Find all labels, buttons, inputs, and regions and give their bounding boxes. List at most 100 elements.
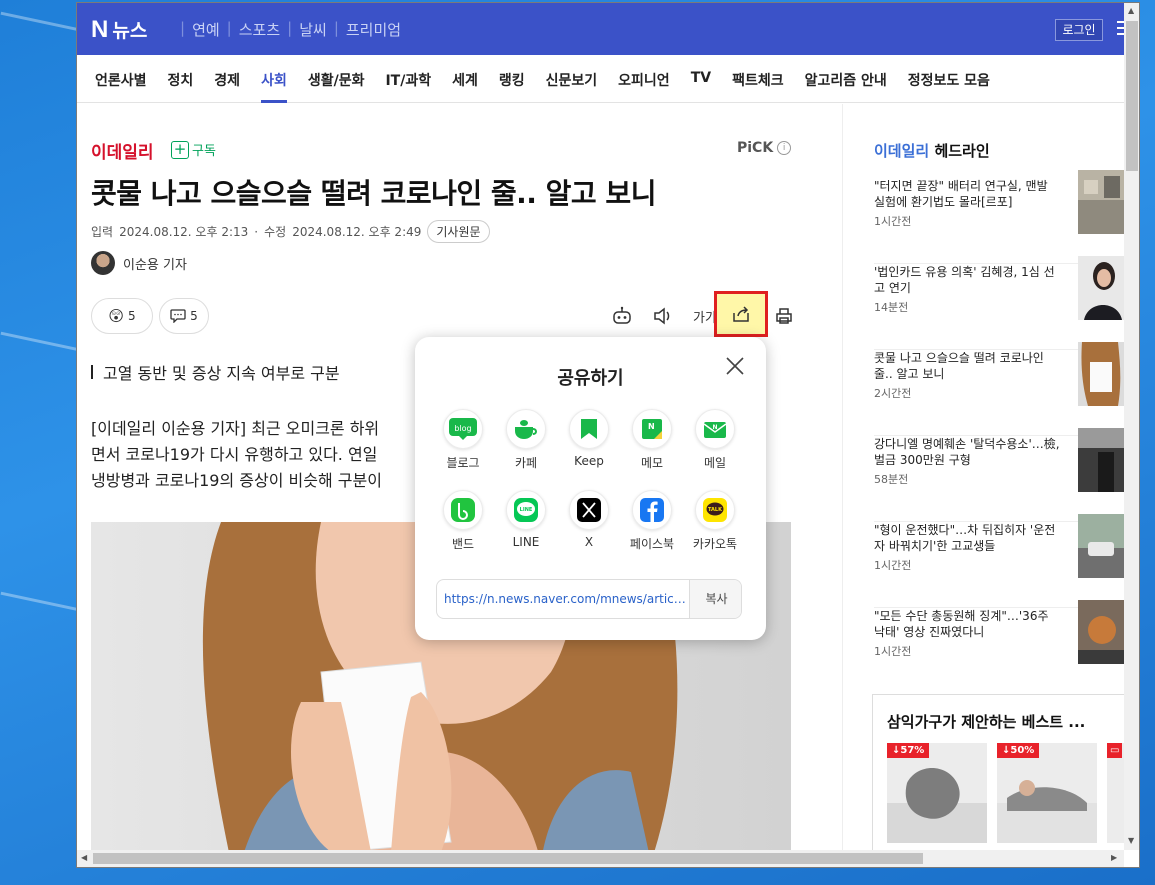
category-nav: 언론사별 정치 경제 사회 생활/문화 IT/과학 세계 랭킹 신문보기 오피니…	[77, 55, 1124, 103]
headline-item[interactable]: "모든 수단 총동원해 징계"…'36주 낙태' 영상 진짜였다니 1시간전	[874, 600, 1124, 694]
top-bar: N 뉴스 | 연예 | 스포츠 | 날씨 | 프리미엄 로그인	[77, 3, 1124, 55]
share-url-field[interactable]: https://n.news.naver.com/mnews/article..…	[437, 580, 689, 618]
speaker-icon[interactable]	[653, 307, 673, 325]
share-memo-button[interactable]: N 메모	[627, 409, 677, 471]
ad-product-card[interactable]: ↓50%	[997, 743, 1097, 843]
headline-thumbnail	[1078, 256, 1124, 320]
share-mail-button[interactable]: N 메일	[690, 409, 740, 471]
original-article-button[interactable]: 기사원문	[427, 220, 490, 243]
share-keep-button[interactable]: Keep	[564, 409, 614, 468]
top-nav: | 연예 | 스포츠 | 날씨 | 프리미엄	[173, 19, 401, 40]
category-ranking[interactable]: 랭킹	[499, 70, 525, 103]
share-button[interactable]	[714, 291, 768, 337]
category-tv[interactable]: TV	[691, 70, 711, 103]
headline-time: 2시간전	[874, 387, 912, 400]
share-cafe-label: 카페	[514, 456, 538, 470]
headline-title: "모든 수단 총동원해 징계"…'36주 낙태' 영상 진짜였다니	[874, 609, 1049, 639]
share-facebook-label: 페이스북	[629, 537, 675, 551]
category-corrections[interactable]: 정정보도 모음	[908, 70, 990, 103]
category-press[interactable]: 언론사별	[95, 70, 147, 103]
share-url-row: https://n.news.naver.com/mnews/article..…	[436, 579, 742, 619]
headline-item[interactable]: '법인카드 유용 의혹' 김혜경, 1심 선고 연기 14분전	[874, 256, 1124, 350]
category-economy[interactable]: 경제	[214, 70, 240, 103]
scroll-up-arrow-icon[interactable]: ▲	[1128, 6, 1134, 15]
category-politics[interactable]: 정치	[168, 70, 194, 103]
reporter[interactable]: 이순용 기자	[91, 251, 187, 275]
ad-product-card[interactable]: ▭	[1107, 743, 1124, 843]
reaction-button[interactable]: 😲 5	[91, 298, 153, 334]
top-nav-premium[interactable]: 프리미엄	[346, 19, 401, 40]
hamburger-menu-icon[interactable]	[1117, 21, 1124, 39]
article-dates: 입력 2024.08.12. 오후 2:13 · 수정 2024.08.12. …	[91, 220, 490, 243]
input-label: 입력	[91, 225, 114, 239]
keep-icon	[581, 419, 597, 439]
scroll-down-arrow-icon[interactable]: ▼	[1128, 836, 1134, 845]
share-icon	[733, 306, 749, 322]
scroll-left-arrow-icon[interactable]: ◀	[81, 853, 87, 862]
ad-product-card[interactable]: ↓57%	[887, 743, 987, 843]
headline-time: 1시간전	[874, 215, 912, 228]
category-opinion[interactable]: 오피니언	[618, 70, 670, 103]
nav-separator: |	[180, 19, 186, 37]
category-world[interactable]: 세계	[452, 70, 478, 103]
vertical-scroll-thumb[interactable]	[1126, 21, 1138, 171]
press-logo[interactable]: 이데일리	[91, 138, 154, 163]
headline-item[interactable]: "형이 운전했다"…차 뒤집히자 '운전자 바꿔치기'한 고교생들 1시간전	[874, 514, 1124, 608]
close-icon[interactable]	[724, 355, 746, 377]
share-cafe-button[interactable]: 카페	[501, 409, 551, 471]
headline-title: "터지면 끝장" 배터리 연구실, 맨발 실험에 환기법도 몰라[르포]	[874, 179, 1048, 209]
comment-button[interactable]: 5	[159, 298, 209, 334]
reaction-emoji-icon: 😲	[108, 307, 124, 325]
share-mail-label: 메일	[703, 456, 727, 470]
share-band-button[interactable]: 밴드	[438, 490, 488, 552]
pick-label: PiCK	[737, 140, 774, 156]
robot-summary-icon[interactable]	[611, 305, 633, 327]
body-line: [이데일리 이순용 기자] 최근 오미크론 하위	[91, 419, 385, 438]
login-button[interactable]: 로그인	[1055, 19, 1103, 41]
horizontal-scrollbar[interactable]: ◀ ▶	[77, 850, 1124, 867]
vertical-scrollbar[interactable]: ▲ ▼	[1124, 3, 1139, 850]
share-x-button[interactable]: X	[564, 490, 614, 549]
category-it-science[interactable]: IT/과학	[385, 70, 431, 103]
page-viewport: N 뉴스 | 연예 | 스포츠 | 날씨 | 프리미엄 로그인 언론사별 정치 경…	[77, 3, 1124, 850]
headline-item[interactable]: "터지면 끝장" 배터리 연구실, 맨발 실험에 환기법도 몰라[르포] 1시간…	[874, 170, 1124, 264]
category-algorithm[interactable]: 알고리즘 안내	[805, 70, 887, 103]
print-icon[interactable]	[775, 307, 793, 325]
memo-icon: N	[642, 419, 662, 439]
category-factcheck[interactable]: 팩트체크	[732, 70, 784, 103]
share-kakaotalk-button[interactable]: TALK 카카오톡	[690, 490, 740, 552]
info-icon[interactable]: i	[777, 141, 792, 155]
sidebar-press: 이데일리	[874, 142, 930, 160]
category-life-culture[interactable]: 생활/문화	[308, 70, 365, 103]
share-x-label: X	[584, 535, 594, 549]
headline-title: 콧물 나고 으슬으슬 떨려 코로나인 줄.. 알고 보니	[874, 351, 1044, 381]
copy-url-button[interactable]: 복사	[689, 580, 741, 618]
sidebar-heading[interactable]: 이데일리 헤드라인	[874, 140, 990, 161]
subscribe-button[interactable]: + 구독	[171, 140, 216, 159]
ad-box[interactable]: 삼익가구가 제안하는 베스트 ... ↓57% ↓50% ▭	[872, 694, 1124, 850]
share-blog-button[interactable]: blog 블로그	[438, 409, 488, 471]
blog-icon: blog	[449, 418, 477, 440]
nav-separator: |	[333, 19, 339, 37]
scroll-right-arrow-icon[interactable]: ▶	[1111, 853, 1117, 862]
pick-badge[interactable]: PiCK i	[737, 140, 792, 156]
headline-item[interactable]: 강다니엘 명예훼손 '탈덕수용소'…檢, 벌금 300만원 구형 58분전	[874, 428, 1124, 522]
svg-text:N: N	[712, 424, 717, 431]
horizontal-scroll-thumb[interactable]	[93, 853, 923, 864]
share-line-button[interactable]: LINE LINE	[501, 490, 551, 549]
discount-badge: ↓50%	[997, 743, 1040, 758]
category-society[interactable]: 사회	[261, 70, 287, 103]
headline-title: '법인카드 유용 의혹' 김혜경, 1심 선고 연기	[874, 265, 1055, 295]
nav-separator: |	[226, 19, 232, 37]
date-separator: ·	[254, 224, 259, 239]
top-nav-weather[interactable]: 날씨	[299, 19, 327, 40]
blog-icon-text: blog	[454, 424, 471, 433]
headline-item[interactable]: 콧물 나고 으슬으슬 떨려 코로나인 줄.. 알고 보니 2시간전	[874, 342, 1124, 436]
headline-thumbnail	[1078, 428, 1124, 492]
naver-news-logo[interactable]: N 뉴스	[91, 16, 147, 44]
discount-badge: ▭	[1107, 743, 1123, 758]
top-nav-entertainment[interactable]: 연예	[192, 19, 220, 40]
share-facebook-button[interactable]: 페이스북	[627, 490, 677, 552]
category-newspaper[interactable]: 신문보기	[546, 70, 598, 103]
top-nav-sports[interactable]: 스포츠	[239, 19, 280, 40]
